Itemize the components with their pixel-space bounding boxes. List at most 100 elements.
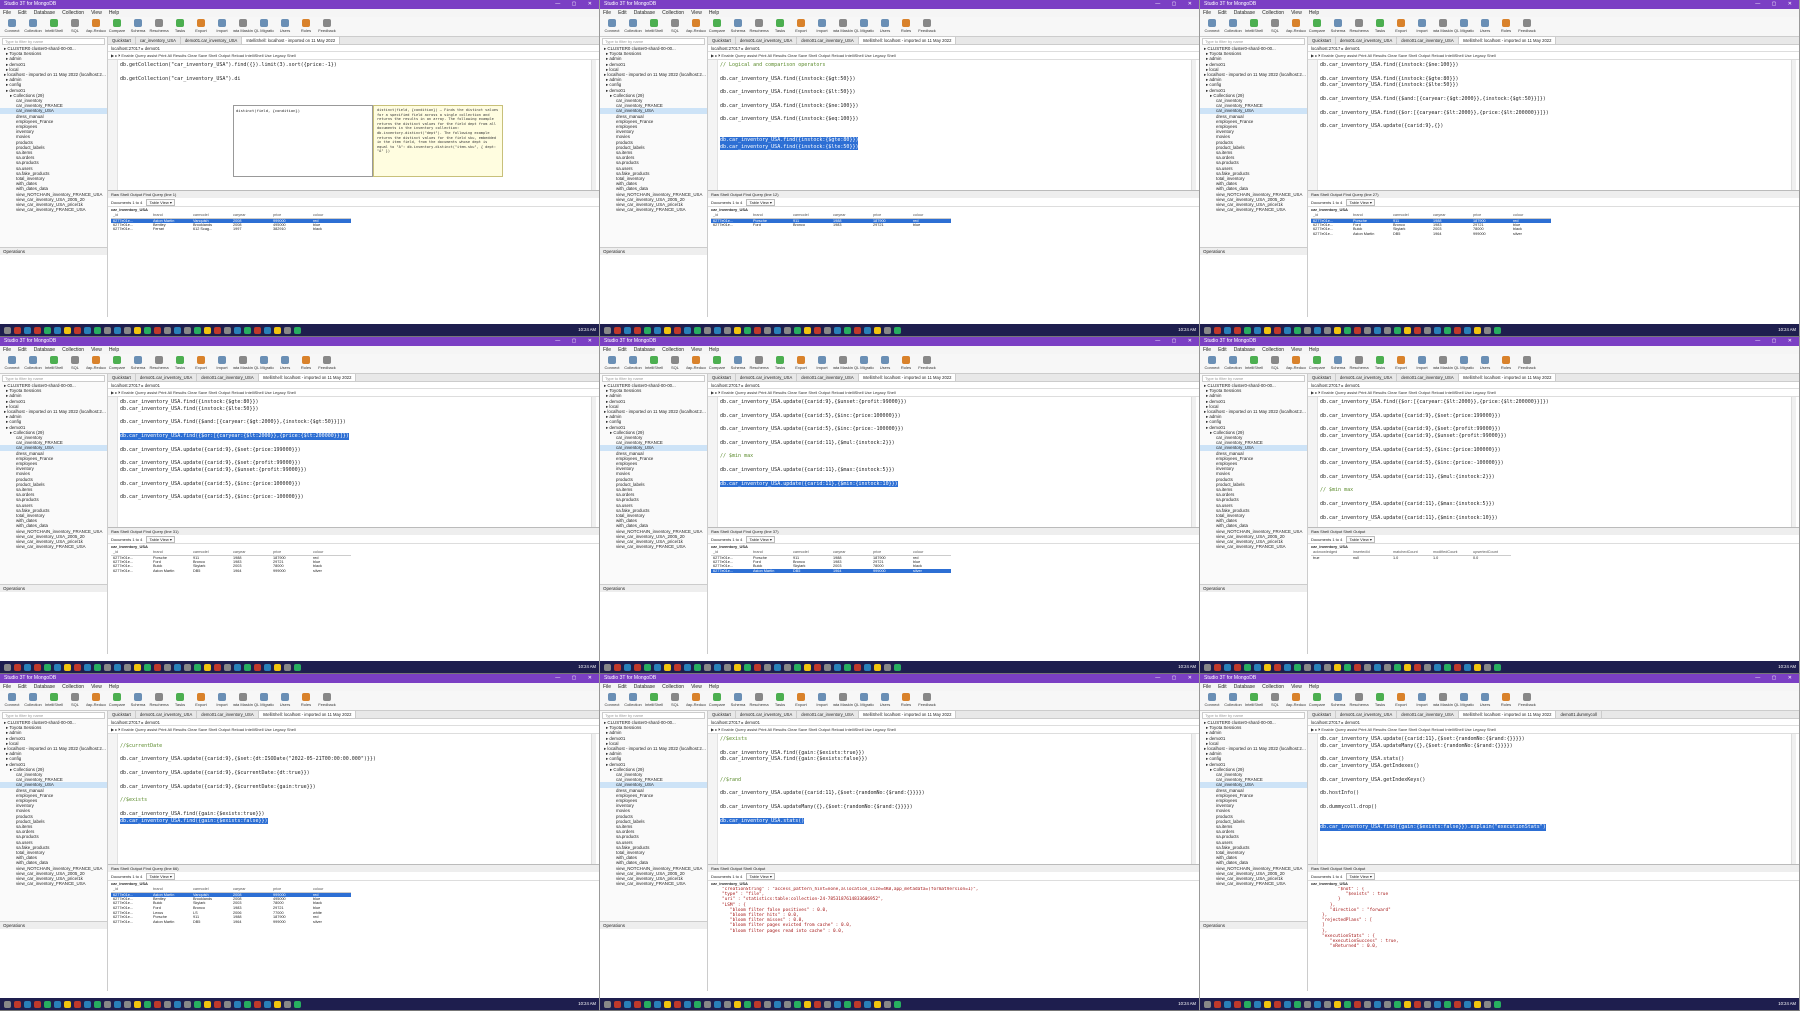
taskbar-app-icon[interactable] xyxy=(294,326,301,334)
table-cell[interactable]: Aston Martin xyxy=(1351,232,1391,237)
taskbar-app-icon[interactable] xyxy=(744,326,751,334)
toolbar-button-map-reduce[interactable]: Map-Reduce xyxy=(686,17,706,37)
taskbar-app-icon[interactable] xyxy=(104,326,111,334)
taskbar-app-icon[interactable] xyxy=(794,1000,801,1008)
code-line[interactable]: db.car_inventory_USA.update({carid:9},{$… xyxy=(720,399,1190,406)
menu-item[interactable]: Database xyxy=(1234,10,1255,16)
taskbar-app-icon[interactable] xyxy=(114,1000,121,1008)
taskbar-app-icon[interactable] xyxy=(604,1000,611,1008)
toolbar-button-collection[interactable]: Collection xyxy=(1223,354,1243,374)
editor-tab[interactable]: demo01.dummycoll xyxy=(1556,711,1602,718)
toolbar-button-import[interactable]: Import xyxy=(812,691,832,711)
taskbar-app-icon[interactable] xyxy=(814,1000,821,1008)
toolbar-button-collection[interactable]: Collection xyxy=(23,691,43,711)
menu-item[interactable]: Collection xyxy=(1262,10,1284,16)
taskbar-app-icon[interactable] xyxy=(64,1000,71,1008)
taskbar-app-icon[interactable] xyxy=(1354,663,1361,671)
code-line[interactable] xyxy=(1320,419,1790,426)
taskbar-app-icon[interactable] xyxy=(134,1000,141,1008)
toolbar-button-schema[interactable]: Schema xyxy=(728,691,748,711)
code-line[interactable]: db.car_inventory_USA.updateMany({},{$set… xyxy=(720,804,1190,811)
code-line[interactable] xyxy=(1320,89,1790,96)
taskbar-app-icon[interactable] xyxy=(1274,1000,1281,1008)
taskbar-app-icon[interactable] xyxy=(644,326,651,334)
taskbar-app-icon[interactable] xyxy=(1464,1000,1471,1008)
code-line[interactable] xyxy=(720,130,1190,137)
taskbar-app-icon[interactable] xyxy=(14,663,21,671)
code-line[interactable]: db.dummycoll.drop() xyxy=(1320,804,1790,811)
code-line[interactable]: db.car_inventory_USA.update({carid:11},{… xyxy=(720,440,1190,447)
toolbar-button-users[interactable]: Users xyxy=(1475,17,1495,37)
code-line[interactable]: db.car_inventory_USA.update({carid:5},{$… xyxy=(1320,447,1790,454)
toolbar-button-map-reduce[interactable]: Map-Reduce xyxy=(1286,354,1306,374)
taskbar-app-icon[interactable] xyxy=(124,1000,131,1008)
taskbar-app-icon[interactable] xyxy=(1324,1000,1331,1008)
taskbar-app-icon[interactable] xyxy=(1274,326,1281,334)
taskbar-app-icon[interactable] xyxy=(1434,663,1441,671)
toolbar-button-feedback[interactable]: Feedback xyxy=(917,17,937,37)
toolbar-button-import[interactable]: Import xyxy=(1412,354,1432,374)
table-cell[interactable]: 612 Scag... xyxy=(191,227,231,232)
toolbar-button-sql[interactable]: SQL xyxy=(65,691,85,711)
code-line[interactable] xyxy=(1320,784,1790,791)
taskbar-app-icon[interactable] xyxy=(684,326,691,334)
taskbar-app-icon[interactable] xyxy=(134,326,141,334)
taskbar-app-icon[interactable] xyxy=(824,1000,831,1008)
toolbar-button-connect[interactable]: Connect xyxy=(1202,17,1222,37)
taskbar-app-icon[interactable] xyxy=(804,1000,811,1008)
code-line[interactable]: db.hostInfo() xyxy=(1320,790,1790,797)
window-controls[interactable]: — ▢ ✕ xyxy=(555,337,597,346)
code-line[interactable] xyxy=(120,804,590,811)
code-line[interactable] xyxy=(720,770,1190,777)
toolbar-button-schema[interactable]: Schema xyxy=(128,17,148,37)
toolbar-button-connect[interactable]: Connect xyxy=(602,17,622,37)
taskbar-app-icon[interactable] xyxy=(794,663,801,671)
window-controls[interactable]: — ▢ ✕ xyxy=(1155,674,1197,683)
code-line[interactable] xyxy=(720,96,1190,103)
menu-item[interactable]: Collection xyxy=(62,684,84,690)
code-editor[interactable]: db.car_inventory_USA.find({instock:{$gte… xyxy=(108,397,596,527)
taskbar-app-icon[interactable] xyxy=(1394,1000,1401,1008)
taskbar-app-icon[interactable] xyxy=(284,1000,291,1008)
code-line[interactable] xyxy=(1320,494,1790,501)
taskbar-app-icon[interactable] xyxy=(184,663,191,671)
menu-item[interactable]: Edit xyxy=(618,684,627,690)
editor-tab[interactable]: demo01.car_inventory_USA xyxy=(797,37,859,44)
taskbar-app-icon[interactable] xyxy=(254,1000,261,1008)
toolbar-button-reschema[interactable]: Reschema xyxy=(1349,691,1369,711)
code-line[interactable] xyxy=(1320,818,1790,825)
taskbar-app-icon[interactable] xyxy=(1324,663,1331,671)
toolbar-button-schema[interactable]: Schema xyxy=(1328,354,1348,374)
editor-scrollbar[interactable] xyxy=(591,734,596,864)
taskbar-app-icon[interactable] xyxy=(674,1000,681,1008)
code-lines[interactable]: db.car_inventory_USA.find({instock:{$gte… xyxy=(120,399,590,501)
code-editor[interactable]: // Logical and comparison operators db.c… xyxy=(708,60,1196,190)
taskbar-app-icon[interactable] xyxy=(1254,663,1261,671)
table-view-button[interactable]: Table View ▾ xyxy=(1346,536,1375,543)
menu-item[interactable]: Collection xyxy=(62,10,84,16)
menu-item[interactable]: File xyxy=(3,10,11,16)
table-row[interactable]: 6277e01e... Aston Martin DB5 1964 999000 silv… xyxy=(1311,232,1551,237)
result-tabs[interactable]: Raw Shell Output Find Query (line 66) xyxy=(108,865,599,872)
taskbar-app-icon[interactable] xyxy=(1264,663,1271,671)
taskbar-app-icon[interactable] xyxy=(734,663,741,671)
toolbar-button-sql[interactable]: SQL xyxy=(1265,17,1285,37)
tree-item[interactable]: view_car_inventory_FRANCE_USA xyxy=(1200,544,1307,549)
editor-tab[interactable]: demo01.car_inventory_USA xyxy=(181,37,243,44)
taskbar-app-icon[interactable] xyxy=(154,326,161,334)
toolbar-button-import[interactable]: Import xyxy=(812,17,832,37)
toolbar-button-connect[interactable]: Connect xyxy=(1202,354,1222,374)
result-tabs[interactable]: Raw Shell Output Find Query (line 27) xyxy=(1308,191,1799,198)
intellishell-toolbar[interactable]: ▶ ▸ ⏵ Enable Query assist Print All Resu… xyxy=(1308,52,1799,60)
toolbar-button-export[interactable]: Export xyxy=(191,691,211,711)
table-cell[interactable]: 1964 xyxy=(231,569,271,574)
code-lines[interactable]: db.car_inventory_USA.find({instock:{$ne:… xyxy=(1320,62,1790,130)
toolbar-button-compare[interactable]: Compare xyxy=(707,17,727,37)
code-line[interactable] xyxy=(720,784,1190,791)
code-line[interactable] xyxy=(1320,481,1790,488)
taskbar-app-icon[interactable] xyxy=(174,1000,181,1008)
toolbar-button-data-masking[interactable]: Data Masking xyxy=(833,17,853,37)
code-line[interactable] xyxy=(720,474,1190,481)
taskbar-app-icon[interactable] xyxy=(664,1000,671,1008)
taskbar-app-icon[interactable] xyxy=(244,1000,251,1008)
